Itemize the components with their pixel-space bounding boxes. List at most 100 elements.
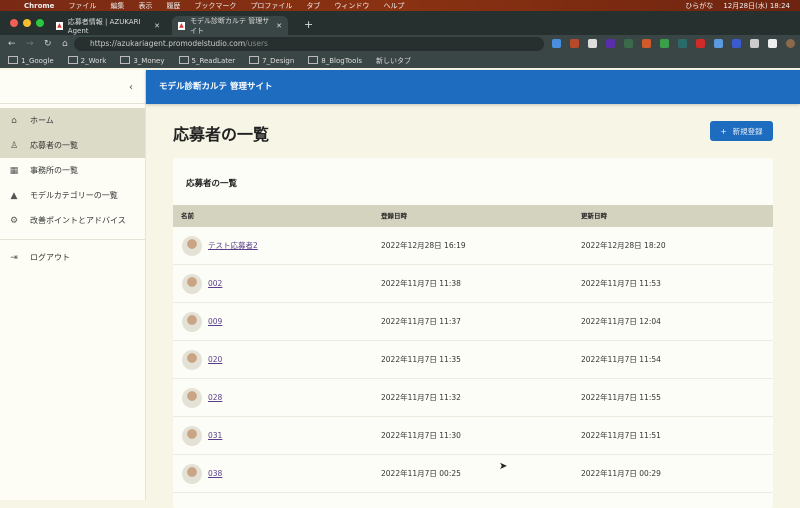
applicant-name-link[interactable]: 020 <box>208 341 222 379</box>
sidebar-item-applicants[interactable]: ♙ 応募者の一覧 <box>0 133 145 158</box>
collapse-sidebar-icon[interactable]: ‹ <box>129 82 133 93</box>
address-bar-row: ← → ↻ ⌂ https://azukariagent.promodelstu… <box>0 35 800 53</box>
bookmark-folder[interactable]: 3_Money <box>120 56 164 65</box>
table-row[interactable]: 038 2022年11月7日 00:25 2022年11月7日 00:29 <box>173 455 773 493</box>
app-title: モデル診断カルテ 管理サイト <box>159 82 273 92</box>
table-row[interactable]: 002 2022年11月7日 11:38 2022年11月7日 11:53 <box>173 265 773 303</box>
building-icon: ▦ <box>9 165 19 176</box>
column-created[interactable]: 登録日時 <box>381 205 407 227</box>
sidepanel-icon[interactable] <box>768 39 777 48</box>
applicant-name-link[interactable]: 009 <box>208 303 222 341</box>
bookmark-folder[interactable]: 8_BlogTools <box>308 56 362 65</box>
table-row[interactable]: 009 2022年11月7日 11:37 2022年11月7日 12:04 <box>173 303 773 341</box>
favicon-icon: ▲ <box>56 21 63 30</box>
extension-icon[interactable] <box>642 39 651 48</box>
minimize-window-button[interactable] <box>23 19 31 27</box>
extensions <box>552 39 795 48</box>
applicant-name-link[interactable]: 038 <box>208 455 222 493</box>
sidebar: ‹ ⌂ ホーム ♙ 応募者の一覧 ▦ 事務所の一覧 ▲ モデルカテゴリーの一覧 ⚙ 改善ポ… <box>0 70 146 500</box>
bookmarks-bar: 1_Google 2_Work 3_Money 5_ReadLater 7_De… <box>0 53 800 68</box>
menu-app[interactable]: Chrome <box>24 2 54 10</box>
applicants-card: 応募者の一覧 名前 登録日時 更新日時 テスト応募者2 2022年12月28日 … <box>173 158 773 508</box>
url-input[interactable]: https://azukariagent.promodelstudio.com/… <box>74 37 544 51</box>
extension-icon[interactable] <box>624 39 633 48</box>
avatar <box>182 464 202 484</box>
extension-icon[interactable] <box>714 39 723 48</box>
created-at: 2022年11月7日 11:32 <box>381 393 461 402</box>
new-tab-button[interactable]: + <box>304 18 313 31</box>
extension-icon[interactable] <box>696 39 705 48</box>
applicant-name-link[interactable]: テスト応募者2 <box>208 227 258 265</box>
menu-view[interactable]: 表示 <box>138 1 152 11</box>
updated-at: 2022年11月7日 00:29 <box>581 469 661 478</box>
extension-icon[interactable] <box>606 39 615 48</box>
extension-icon[interactable] <box>552 39 561 48</box>
category-icon: ▲ <box>10 190 18 201</box>
profile-avatar[interactable] <box>786 39 795 48</box>
bookmark-folder[interactable]: 2_Work <box>68 56 107 65</box>
reload-icon[interactable]: ↻ <box>44 39 54 49</box>
sidebar-item-home[interactable]: ⌂ ホーム <box>0 108 145 133</box>
sidebar-item-offices[interactable]: ▦ 事務所の一覧 <box>0 158 145 183</box>
updated-at: 2022年11月7日 11:55 <box>581 393 661 402</box>
avatar <box>182 426 202 446</box>
menu-file[interactable]: ファイル <box>68 1 96 11</box>
extension-icon[interactable] <box>588 39 597 48</box>
maximize-window-button[interactable] <box>36 19 44 27</box>
table-row[interactable]: テスト応募者2 2022年12月28日 16:19 2022年12月28日 18… <box>173 227 773 265</box>
bookmark-folder[interactable]: 7_Design <box>249 56 294 65</box>
applicant-name-link[interactable]: 031 <box>208 417 222 455</box>
table-row[interactable]: 020 2022年11月7日 11:35 2022年11月7日 11:54 <box>173 341 773 379</box>
created-at: 2022年12月28日 16:19 <box>381 241 466 250</box>
plus-icon: + <box>720 126 727 136</box>
menu-edit[interactable]: 編集 <box>110 1 124 11</box>
table-row[interactable]: 028 2022年11月7日 11:32 2022年11月7日 11:55 <box>173 379 773 417</box>
tab-admin-site[interactable]: ▲ モデル診断カルテ 管理サイト ✕ <box>172 16 288 35</box>
bookmark-folder[interactable]: 1_Google <box>8 56 54 65</box>
sidebar-item-advice[interactable]: ⚙ 改善ポイントとアドバイス <box>0 208 145 233</box>
created-at: 2022年11月7日 11:35 <box>381 355 461 364</box>
avatar <box>182 312 202 332</box>
updated-at: 2022年11月7日 12:04 <box>581 317 661 326</box>
menu-tab[interactable]: タブ <box>306 1 320 11</box>
menu-window[interactable]: ウィンドウ <box>334 1 369 11</box>
extension-icon[interactable] <box>732 39 741 48</box>
bookmark-folder[interactable]: 5_ReadLater <box>179 56 236 65</box>
column-name[interactable]: 名前 <box>181 205 194 227</box>
applicant-name-link[interactable]: 028 <box>208 379 222 417</box>
menu-profile[interactable]: プロファイル <box>250 1 292 11</box>
sidebar-item-model-categories[interactable]: ▲ モデルカテゴリーの一覧 <box>0 183 145 208</box>
bookmark-new-tab[interactable]: 新しいタブ <box>376 56 411 66</box>
macos-menubar: Chrome ファイル 編集 表示 履歴 ブックマーク プロファイル タブ ウィ… <box>0 0 800 11</box>
new-registration-button[interactable]: + 新規登録 <box>710 121 773 141</box>
close-tab-icon[interactable]: ✕ <box>276 22 282 30</box>
tab-azukari-agent[interactable]: ▲ 応募者情報 | AZUKARI Agent ✕ <box>50 16 166 35</box>
gear-icon: ⚙ <box>9 215 19 226</box>
column-updated[interactable]: 更新日時 <box>581 205 607 227</box>
menu-help[interactable]: ヘルプ <box>383 1 404 11</box>
sidebar-item-logout[interactable]: ⇥ ログアウト <box>0 245 145 270</box>
home-icon: ⌂ <box>11 115 17 126</box>
forward-icon[interactable]: → <box>26 39 36 49</box>
created-at: 2022年11月7日 11:38 <box>381 279 461 288</box>
home-button-icon[interactable]: ⌂ <box>62 39 72 49</box>
created-at: 2022年11月7日 00:25 <box>381 469 461 478</box>
ime-indicator[interactable]: ひらがな <box>685 1 713 11</box>
extension-icon[interactable] <box>660 39 669 48</box>
back-icon[interactable]: ← <box>8 39 18 49</box>
logout-icon: ⇥ <box>10 252 18 263</box>
menu-history[interactable]: 履歴 <box>166 1 180 11</box>
created-at: 2022年11月7日 11:37 <box>381 317 461 326</box>
avatar <box>182 388 202 408</box>
puzzle-icon[interactable] <box>750 39 759 48</box>
avatar <box>182 274 202 294</box>
table-row[interactable]: 031 2022年11月7日 11:30 2022年11月7日 11:51 <box>173 417 773 455</box>
applicant-name-link[interactable]: 002 <box>208 265 222 303</box>
close-tab-icon[interactable]: ✕ <box>154 22 160 30</box>
menu-bookmarks[interactable]: ブックマーク <box>194 1 236 11</box>
close-window-button[interactable] <box>10 19 18 27</box>
extension-icon[interactable] <box>570 39 579 48</box>
extension-icon[interactable] <box>678 39 687 48</box>
clock[interactable]: 12月28日(水) 18:24 <box>723 1 790 11</box>
updated-at: 2022年11月7日 11:51 <box>581 431 661 440</box>
